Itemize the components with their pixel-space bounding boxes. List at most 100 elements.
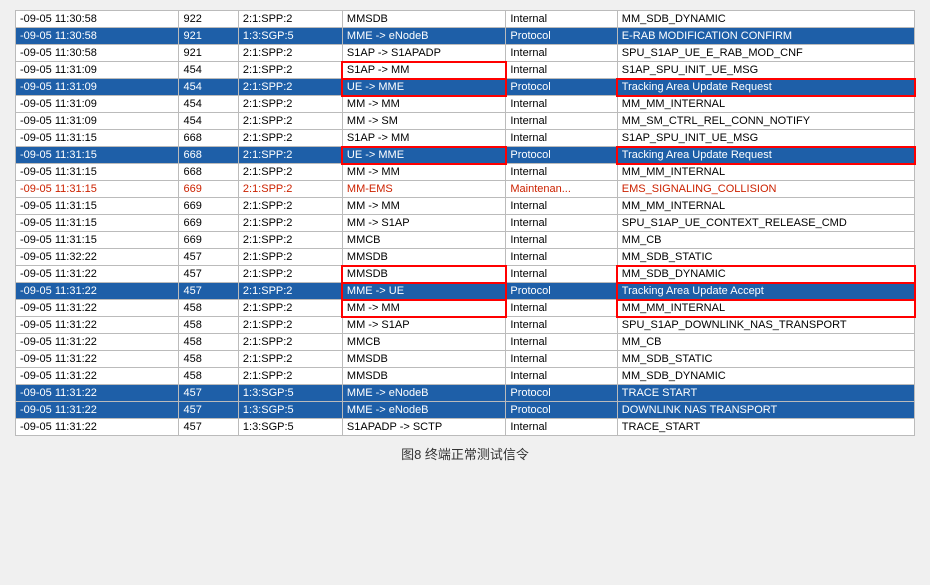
cell-from: MMCB — [342, 334, 505, 351]
cell-from: MM -> MM — [342, 96, 505, 113]
cell-from: MMSDB — [342, 368, 505, 385]
cell-name: MM_MM_INTERNAL — [617, 164, 914, 181]
cell-name: MM_SM_CTRL_REL_CONN_NOTIFY — [617, 113, 914, 130]
cell-proc: 2:1:SPP:2 — [238, 300, 342, 317]
cell-seq: 922 — [179, 11, 238, 28]
cell-type: Internal — [506, 266, 617, 283]
cell-proc: 1:3:SGP:5 — [238, 419, 342, 436]
cell-name: Tracking Area Update Request — [617, 79, 914, 96]
cell-type: Protocol — [506, 283, 617, 300]
cell-seq: 454 — [179, 79, 238, 96]
table-row: -09-05 11:31:224582:1:SPP:2MMSDBInternal… — [16, 351, 915, 368]
table-row: -09-05 11:31:224582:1:SPP:2MMSDBInternal… — [16, 368, 915, 385]
cell-time: -09-05 11:31:09 — [16, 96, 179, 113]
cell-time: -09-05 11:31:22 — [16, 419, 179, 436]
cell-from: MMSDB — [342, 11, 505, 28]
cell-seq: 454 — [179, 96, 238, 113]
cell-name: Tracking Area Update Request — [617, 147, 914, 164]
cell-name: TRACE START — [617, 385, 914, 402]
cell-type: Protocol — [506, 28, 617, 45]
cell-time: -09-05 11:31:15 — [16, 147, 179, 164]
cell-from: MMSDB — [342, 351, 505, 368]
table-row: -09-05 11:31:224572:1:SPP:2MMSDBInternal… — [16, 266, 915, 283]
cell-name: MM_CB — [617, 334, 914, 351]
cell-proc: 2:1:SPP:2 — [238, 198, 342, 215]
cell-time: -09-05 11:31:15 — [16, 130, 179, 147]
cell-from: MME -> UE — [342, 283, 505, 300]
table-row: -09-05 11:30:589222:1:SPP:2MMSDBInternal… — [16, 11, 915, 28]
cell-proc: 2:1:SPP:2 — [238, 266, 342, 283]
cell-proc: 2:1:SPP:2 — [238, 96, 342, 113]
cell-type: Maintenan... — [506, 181, 617, 198]
table-row-highlighted: -09-05 11:30:589211:3:SGP:5MME -> eNodeB… — [16, 28, 915, 45]
cell-type: Internal — [506, 215, 617, 232]
cell-time: -09-05 11:31:22 — [16, 300, 179, 317]
cell-type: Internal — [506, 130, 617, 147]
cell-seq: 457 — [179, 249, 238, 266]
table-row: -09-05 11:30:589212:1:SPP:2S1AP -> S1APA… — [16, 45, 915, 62]
cell-proc: 1:3:SGP:5 — [238, 385, 342, 402]
cell-proc: 2:1:SPP:2 — [238, 232, 342, 249]
cell-proc: 2:1:SPP:2 — [238, 351, 342, 368]
cell-time: -09-05 11:30:58 — [16, 28, 179, 45]
cell-time: -09-05 11:31:15 — [16, 198, 179, 215]
cell-name: MM_SDB_STATIC — [617, 249, 914, 266]
cell-time: -09-05 11:30:58 — [16, 11, 179, 28]
cell-type: Internal — [506, 368, 617, 385]
table-row: -09-05 11:31:156682:1:SPP:2S1AP -> MMInt… — [16, 130, 915, 147]
cell-time: -09-05 11:30:58 — [16, 45, 179, 62]
cell-seq: 669 — [179, 181, 238, 198]
cell-seq: 457 — [179, 385, 238, 402]
cell-time: -09-05 11:31:22 — [16, 334, 179, 351]
cell-from: MME -> eNodeB — [342, 402, 505, 419]
cell-time: -09-05 11:31:09 — [16, 79, 179, 96]
cell-name: MM_SDB_DYNAMIC — [617, 11, 914, 28]
cell-from: MMSDB — [342, 266, 505, 283]
cell-seq: 458 — [179, 317, 238, 334]
cell-from: MMSDB — [342, 249, 505, 266]
cell-from: MM -> MM — [342, 198, 505, 215]
cell-from: MM -> S1AP — [342, 317, 505, 334]
cell-name: MM_MM_INTERNAL — [617, 300, 914, 317]
cell-time: -09-05 11:31:22 — [16, 402, 179, 419]
cell-type: Protocol — [506, 385, 617, 402]
cell-proc: 2:1:SPP:2 — [238, 79, 342, 96]
table-row-highlighted: -09-05 11:31:224572:1:SPP:2MME -> UEProt… — [16, 283, 915, 300]
cell-name: SPU_S1AP_UE_CONTEXT_RELEASE_CMD — [617, 215, 914, 232]
cell-name: MM_SDB_DYNAMIC — [617, 368, 914, 385]
cell-seq: 457 — [179, 266, 238, 283]
cell-seq: 454 — [179, 62, 238, 79]
cell-name: S1AP_SPU_INIT_UE_MSG — [617, 62, 914, 79]
cell-name: Tracking Area Update Accept — [617, 283, 914, 300]
cell-seq: 458 — [179, 351, 238, 368]
cell-time: -09-05 11:32:22 — [16, 249, 179, 266]
table-row-highlighted: -09-05 11:31:094542:1:SPP:2UE -> MMEProt… — [16, 79, 915, 96]
cell-name: TRACE_START — [617, 419, 914, 436]
cell-from: MM -> MM — [342, 300, 505, 317]
table-row-highlighted: -09-05 11:31:156682:1:SPP:2UE -> MMEProt… — [16, 147, 915, 164]
cell-seq: 669 — [179, 215, 238, 232]
cell-time: -09-05 11:31:22 — [16, 317, 179, 334]
cell-time: -09-05 11:31:22 — [16, 266, 179, 283]
table-row: -09-05 11:31:094542:1:SPP:2MM -> SMInter… — [16, 113, 915, 130]
cell-type: Internal — [506, 351, 617, 368]
cell-time: -09-05 11:31:15 — [16, 215, 179, 232]
table-row: -09-05 11:31:156692:1:SPP:2MM -> S1APInt… — [16, 215, 915, 232]
cell-seq: 921 — [179, 45, 238, 62]
cell-proc: 2:1:SPP:2 — [238, 215, 342, 232]
cell-time: -09-05 11:31:15 — [16, 232, 179, 249]
cell-proc: 2:1:SPP:2 — [238, 283, 342, 300]
cell-proc: 2:1:SPP:2 — [238, 130, 342, 147]
cell-name: MM_SDB_DYNAMIC — [617, 266, 914, 283]
cell-name: MM_MM_INTERNAL — [617, 96, 914, 113]
cell-type: Internal — [506, 113, 617, 130]
cell-seq: 457 — [179, 402, 238, 419]
cell-proc: 2:1:SPP:2 — [238, 164, 342, 181]
cell-seq: 668 — [179, 164, 238, 181]
cell-name: MM_MM_INTERNAL — [617, 198, 914, 215]
cell-proc: 2:1:SPP:2 — [238, 317, 342, 334]
cell-seq: 669 — [179, 232, 238, 249]
cell-from: S1AP -> MM — [342, 130, 505, 147]
cell-seq: 458 — [179, 334, 238, 351]
table-row: -09-05 11:31:156682:1:SPP:2MM -> MMInter… — [16, 164, 915, 181]
